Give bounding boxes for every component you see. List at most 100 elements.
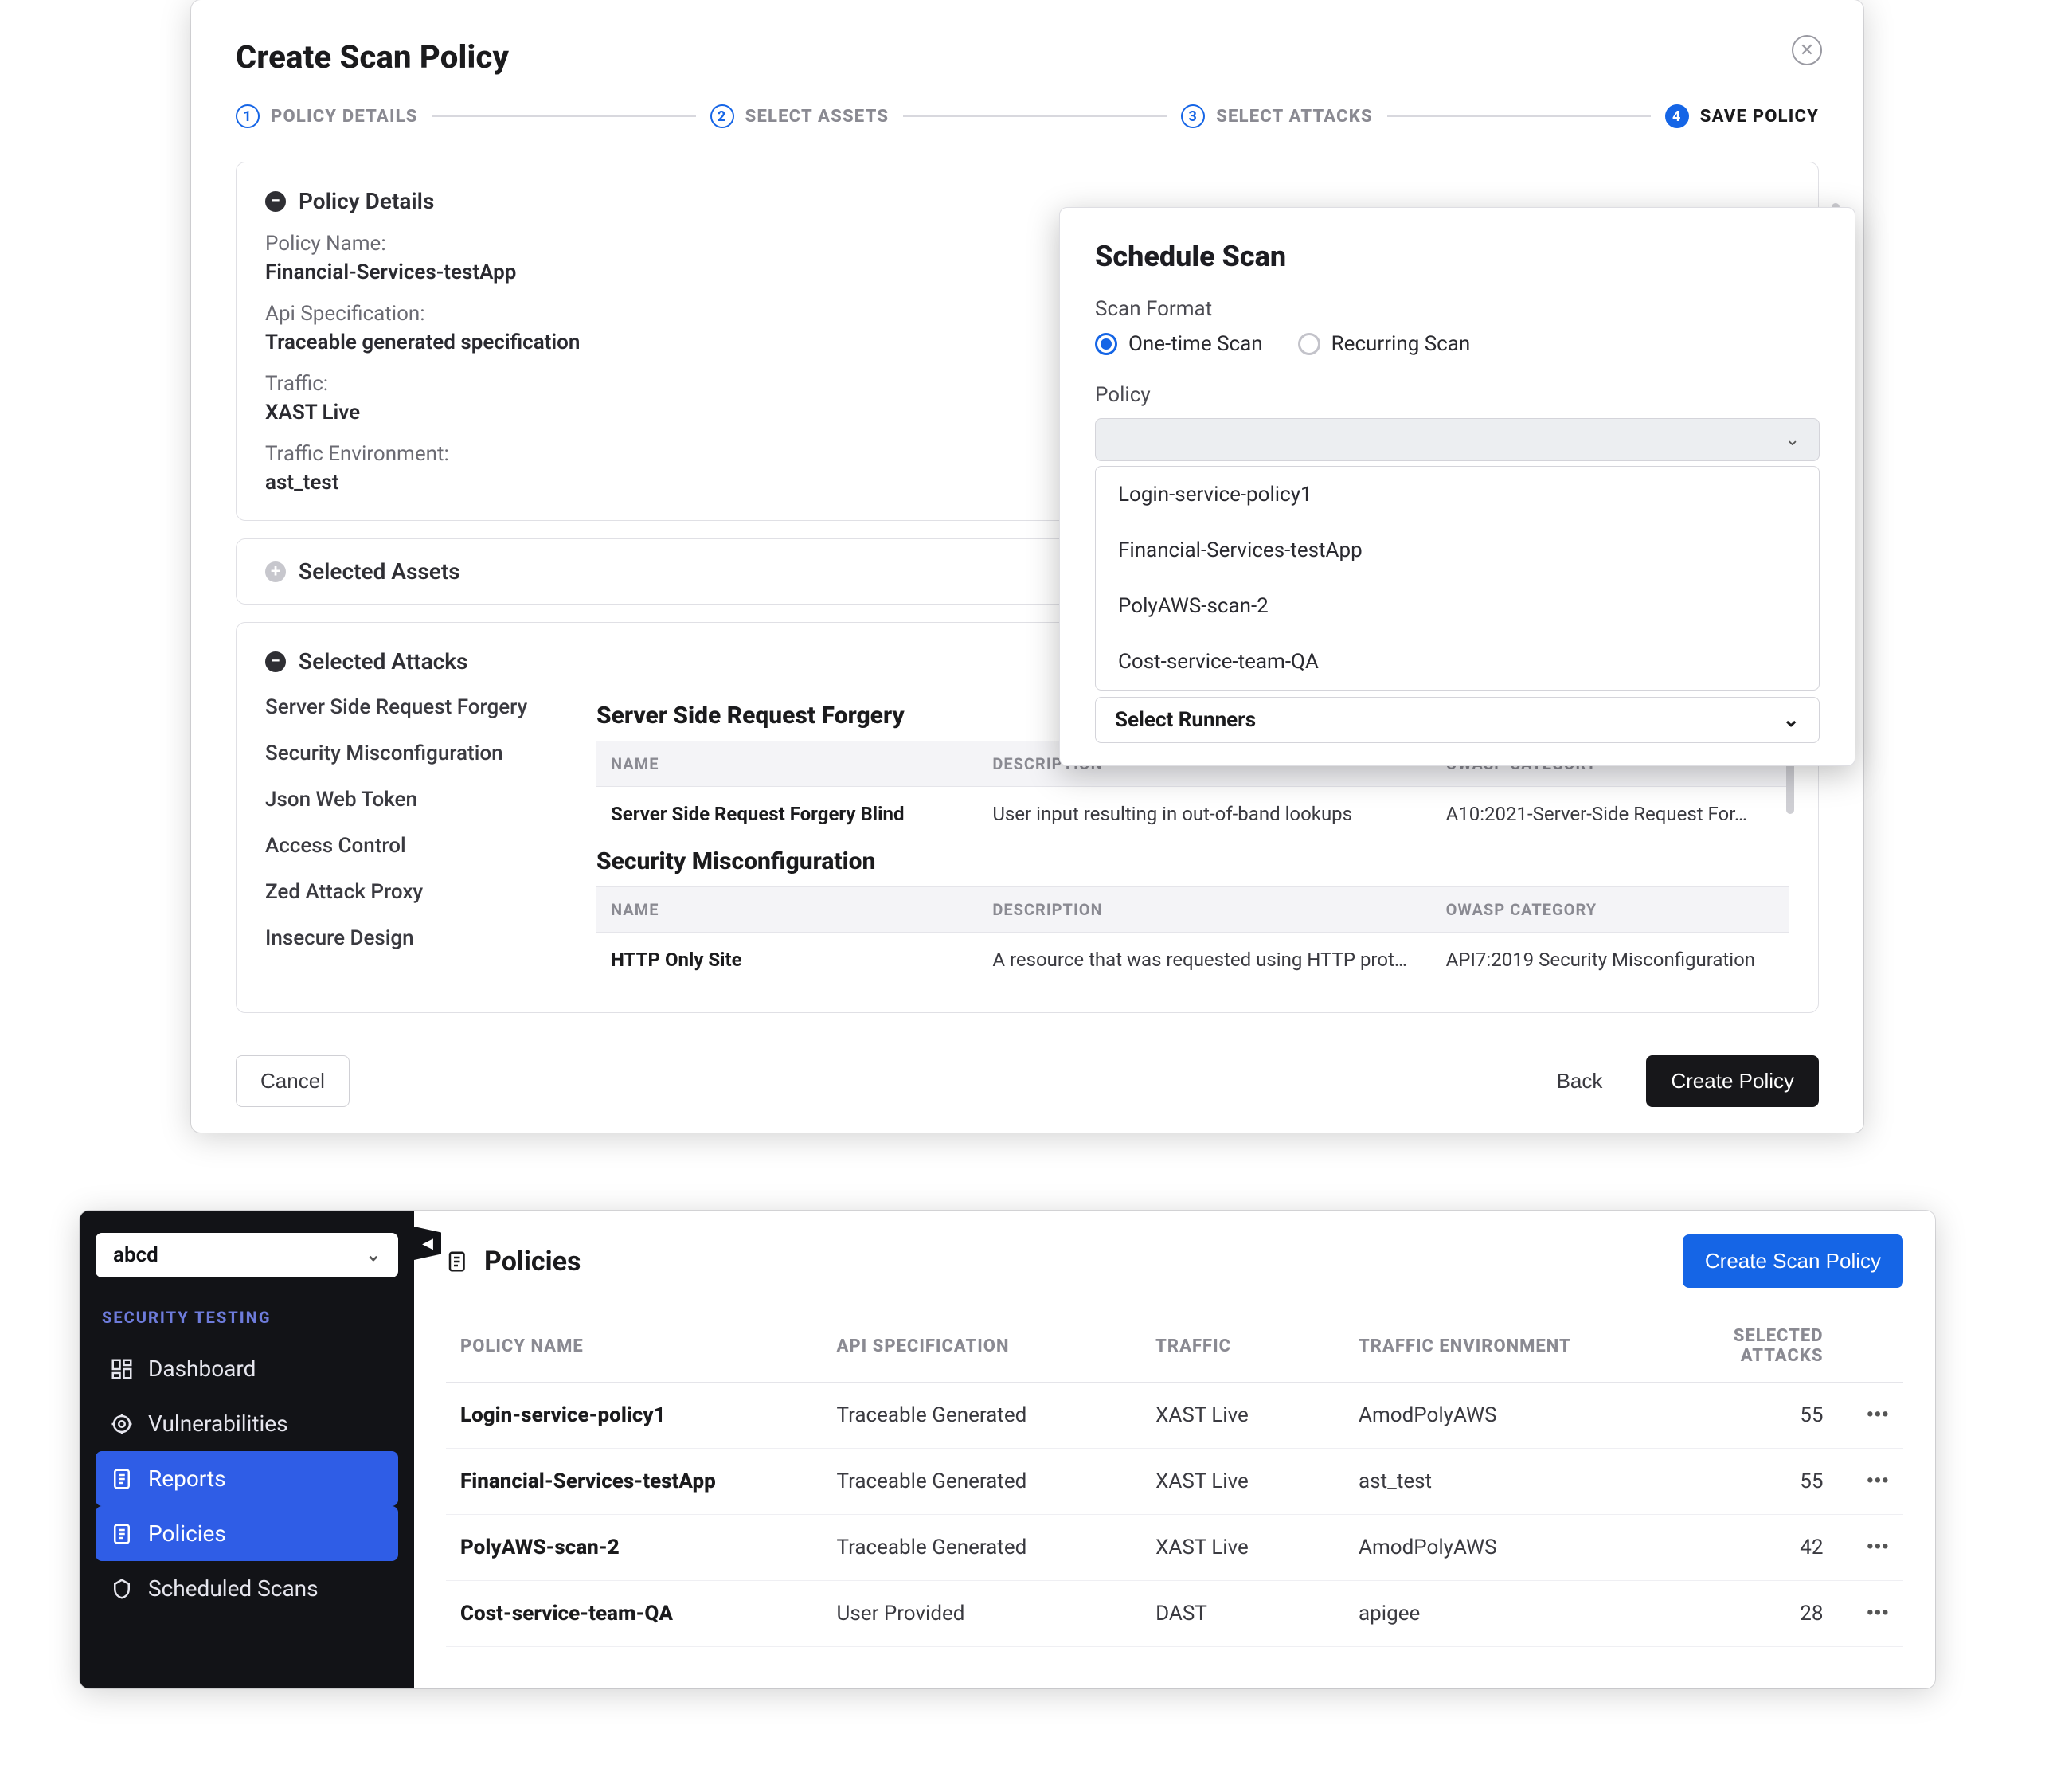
field-label: Scan Format xyxy=(1095,297,1820,321)
attack-nav-item[interactable]: Zed Attack Proxy xyxy=(265,880,568,904)
wizard-step-3[interactable]: 3 SELECT ATTACKS xyxy=(1181,104,1373,128)
attack-nav-item[interactable]: Insecure Design xyxy=(265,926,568,950)
sidebar-section-label: SECURITY TESTING xyxy=(102,1308,392,1327)
collapse-icon[interactable]: − xyxy=(265,191,286,212)
policies-app: abcd ⌄ SECURITY TESTING Dashboard Vulnera… xyxy=(80,1211,1935,1688)
policies-table: POLICY NAME API SPECIFICATION TRAFFIC TR… xyxy=(446,1310,1903,1647)
step-number-icon: 3 xyxy=(1181,104,1205,128)
attack-group-title: Security Misconfiguration xyxy=(596,847,1789,875)
sidebar-item-label: Reports xyxy=(148,1465,226,1492)
cell-traffic: XAST Live xyxy=(1141,1515,1344,1581)
step-label: SELECT ATTACKS xyxy=(1216,107,1373,127)
field-label: Policy xyxy=(1095,383,1820,407)
runners-label: Select Runners xyxy=(1115,708,1256,732)
col-traffic[interactable]: TRAFFIC xyxy=(1141,1310,1344,1383)
wizard-stepper: 1POLICY DETAILS 2 SELECT ASSETS 3 SELECT ATT… xyxy=(236,104,1819,128)
step-number-icon: 2 xyxy=(710,104,734,128)
policy-option[interactable]: Login-service-policy1 xyxy=(1096,467,1819,522)
table-row[interactable]: PolyAWS-scan-2 Traceable Generated XAST … xyxy=(446,1515,1903,1581)
sidebar-item-dashboard[interactable]: Dashboard xyxy=(96,1341,398,1396)
row-menu-icon[interactable]: ••• xyxy=(1852,1403,1889,1427)
policy-select-menu: Login-service-policy1Financial-Services-… xyxy=(1095,466,1820,691)
environment-select[interactable]: abcd ⌄ xyxy=(96,1233,398,1277)
row-menu-icon[interactable]: ••• xyxy=(1852,1469,1889,1493)
cancel-button[interactable]: Cancel xyxy=(236,1055,350,1107)
cell-policy-name: PolyAWS-scan-2 xyxy=(446,1515,823,1581)
back-button[interactable]: Back xyxy=(1532,1055,1628,1107)
col-name: NAME xyxy=(596,887,978,933)
row-menu-icon[interactable]: ••• xyxy=(1852,1536,1889,1559)
policy-select[interactable]: ⌄ xyxy=(1095,418,1820,461)
col-desc: DESCRIPTION xyxy=(978,887,1431,933)
table-row[interactable]: Login-service-policy1 Traceable Generate… xyxy=(446,1383,1903,1449)
attack-table: NAME DESCRIPTION OWASP CATEGORY HTTP Onl… xyxy=(596,886,1789,987)
step-number-icon: 4 xyxy=(1665,104,1689,128)
sidebar-item-scheduled-scans[interactable]: Scheduled Scans xyxy=(96,1561,398,1616)
sidebar-item-reports[interactable]: Reports xyxy=(96,1451,398,1506)
table-row[interactable]: Financial-Services-testApp Traceable Gen… xyxy=(446,1449,1903,1515)
close-icon[interactable]: ✕ xyxy=(1792,35,1822,65)
attack-nav-item[interactable]: Access Control xyxy=(265,834,568,858)
row-menu-icon[interactable]: ••• xyxy=(1852,1602,1889,1626)
create-scan-policy-button[interactable]: Create Scan Policy xyxy=(1683,1234,1903,1288)
modal-title: Create Scan Policy xyxy=(236,38,1819,76)
chevron-down-icon: ⌄ xyxy=(1785,430,1800,450)
radio-icon xyxy=(1095,333,1117,355)
wizard-step-4[interactable]: 4SAVE POLICY xyxy=(1665,104,1819,128)
policy-option[interactable]: PolyAWS-scan-2 xyxy=(1096,578,1819,634)
radio-recurring-scan[interactable]: Recurring Scan xyxy=(1298,332,1471,356)
sidebar-item-policies[interactable]: Policies xyxy=(96,1506,398,1561)
radio-label: Recurring Scan xyxy=(1331,332,1471,356)
cell-policy-name: Login-service-policy1 xyxy=(446,1383,823,1449)
col-attacks[interactable]: SELECTED ATTACKS xyxy=(1634,1310,1837,1383)
panel-title: Selected Assets xyxy=(299,558,460,585)
col-policy-name[interactable]: POLICY NAME xyxy=(446,1310,823,1383)
wizard-step-1[interactable]: 1POLICY DETAILS xyxy=(236,104,418,128)
step-label: POLICY DETAILS xyxy=(271,107,418,127)
sidebar-item-vulnerabilities[interactable]: Vulnerabilities xyxy=(96,1396,398,1451)
attack-nav-item[interactable]: Security Misconfiguration xyxy=(265,741,568,765)
scheduled-scans-icon xyxy=(110,1577,134,1601)
step-label: SELECT ASSETS xyxy=(745,107,890,127)
sidebar-item-label: Policies xyxy=(148,1520,226,1547)
select-runners[interactable]: Select Runners ⌄ xyxy=(1095,697,1820,743)
cell-env: AmodPolyAWS xyxy=(1344,1383,1634,1449)
panel-title: Policy Details xyxy=(299,188,434,214)
create-policy-button[interactable]: Create Policy xyxy=(1646,1055,1819,1107)
col-name: NAME xyxy=(596,741,978,787)
col-env[interactable]: TRAFFIC ENVIRONMENT xyxy=(1344,1310,1634,1383)
attack-nav-item[interactable]: Json Web Token xyxy=(265,788,568,812)
expand-icon[interactable]: + xyxy=(265,561,286,582)
cell-name: Server Side Request Forgery Blind xyxy=(596,787,978,842)
cell-env: apigee xyxy=(1344,1581,1634,1647)
sidebar-item-label: Scheduled Scans xyxy=(148,1575,319,1602)
cell-traffic: XAST Live xyxy=(1141,1383,1344,1449)
policy-option[interactable]: Financial-Services-testApp xyxy=(1096,522,1819,578)
sidebar-item-label: Vulnerabilities xyxy=(148,1411,288,1437)
cell-api-spec: Traceable Generated xyxy=(823,1515,1142,1581)
page-title: Policies xyxy=(484,1246,581,1277)
policy-option[interactable]: Cost-service-team-QA xyxy=(1096,634,1819,690)
collapse-icon[interactable]: − xyxy=(265,651,286,672)
cell-api-spec: User Provided xyxy=(823,1581,1142,1647)
vulnerabilities-icon xyxy=(110,1412,134,1436)
chevron-down-icon: ⌄ xyxy=(366,1246,381,1266)
popover-title: Schedule Scan xyxy=(1095,240,1820,273)
stepper-connector xyxy=(1387,115,1651,117)
cell-env: AmodPolyAWS xyxy=(1344,1515,1634,1581)
wizard-step-2[interactable]: 2 SELECT ASSETS xyxy=(710,104,890,128)
table-row[interactable]: HTTP Only Site A resource that was reque… xyxy=(596,933,1789,988)
table-row[interactable]: Server Side Request Forgery Blind User i… xyxy=(596,787,1789,842)
table-row[interactable]: Cost-service-team-QA User Provided DAST … xyxy=(446,1581,1903,1647)
radio-one-time-scan[interactable]: One-time Scan xyxy=(1095,332,1263,356)
col-owasp: OWASP CATEGORY xyxy=(1432,887,1789,933)
content: Policies Create Scan Policy POLICY NAME … xyxy=(414,1211,1935,1688)
radio-icon xyxy=(1298,333,1320,355)
stepper-connector xyxy=(903,115,1167,117)
stepper-connector xyxy=(432,115,696,117)
attack-nav-item[interactable]: Server Side Request Forgery xyxy=(265,695,568,719)
modal-footer: Cancel Back Create Policy xyxy=(236,1031,1819,1133)
col-api-spec[interactable]: API SPECIFICATION xyxy=(823,1310,1142,1383)
panel-title: Selected Attacks xyxy=(299,648,467,675)
env-value: abcd xyxy=(113,1243,158,1267)
